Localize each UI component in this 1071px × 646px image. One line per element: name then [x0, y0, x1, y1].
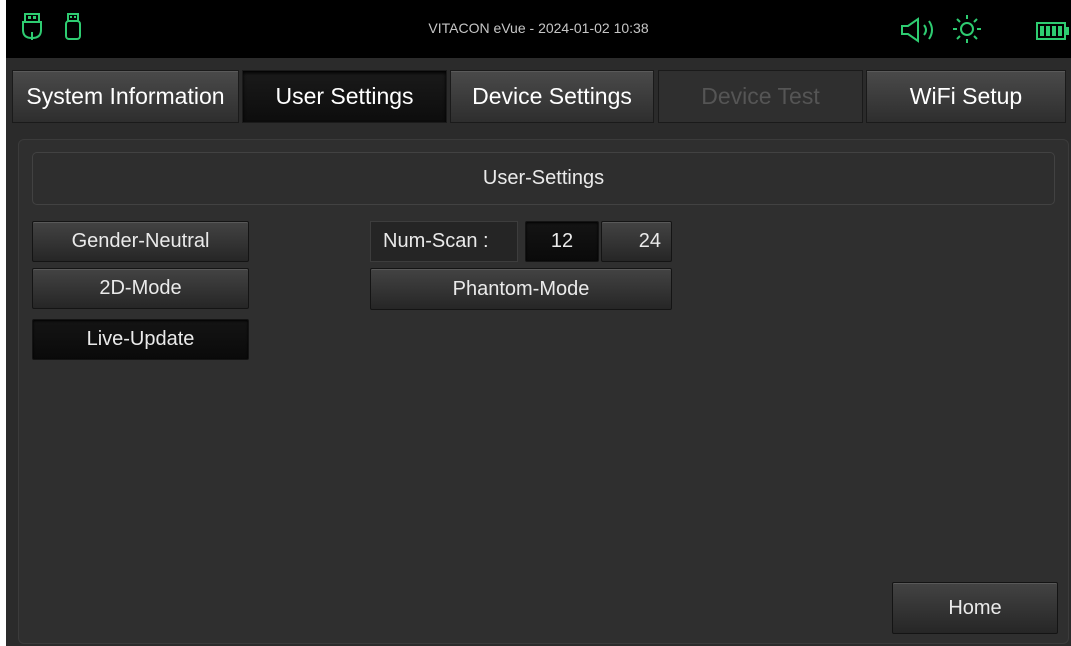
device-screen: VITACON eVue - 2024-01-02 10:38 System I…	[6, 0, 1071, 646]
content-panel	[18, 139, 1069, 644]
tab-user-settings[interactable]: User Settings	[242, 70, 447, 123]
tab-system-information[interactable]: System Information	[12, 70, 239, 123]
tab-wifi-setup[interactable]: WiFi Setup	[866, 70, 1066, 123]
speaker-volume-icon	[901, 17, 933, 43]
tab-device-settings[interactable]: Device Settings	[450, 70, 654, 123]
section-title: User-Settings	[32, 152, 1055, 205]
num-scan-label: Num-Scan :	[370, 221, 518, 262]
num-scan-12-button[interactable]: 12	[525, 221, 599, 262]
phantom-mode-button[interactable]: Phantom-Mode	[370, 268, 672, 310]
battery-icon	[1036, 22, 1069, 40]
num-scan-24-button[interactable]: 24	[601, 221, 672, 262]
gender-neutral-button[interactable]: Gender-Neutral	[32, 221, 249, 262]
brightness-icon	[953, 15, 981, 43]
status-bar: VITACON eVue - 2024-01-02 10:38	[6, 0, 1071, 58]
home-button[interactable]: Home	[892, 582, 1058, 634]
2d-mode-button[interactable]: 2D-Mode	[32, 268, 249, 309]
live-update-button[interactable]: Live-Update	[32, 319, 249, 360]
tab-device-test: Device Test	[658, 70, 863, 123]
